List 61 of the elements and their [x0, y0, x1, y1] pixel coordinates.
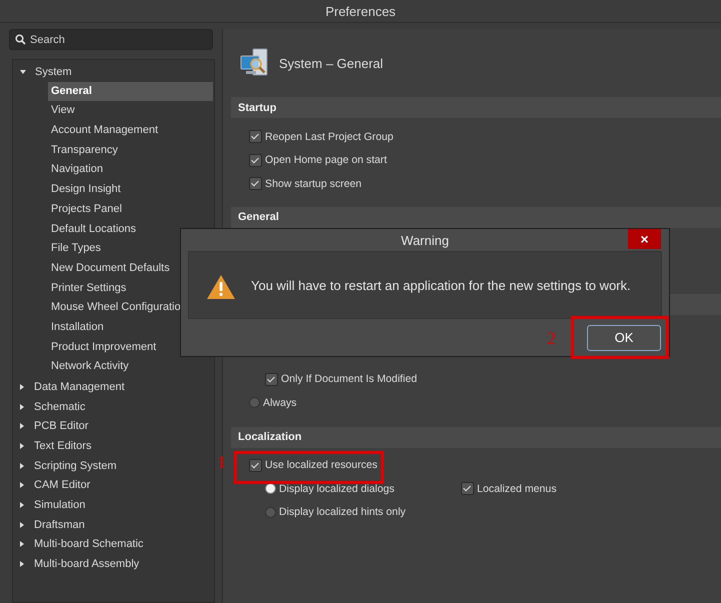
section-title: General: [238, 211, 279, 223]
checkbox[interactable]: [249, 458, 262, 472]
tree-item[interactable]: Draftsman: [34, 518, 85, 531]
checkbox[interactable]: [265, 372, 278, 386]
tree-item[interactable]: Text Editors: [34, 440, 92, 452]
dialog-title: Warning: [401, 232, 449, 248]
tree-item[interactable]: View: [48, 101, 213, 122]
checkbox[interactable]: [461, 482, 474, 496]
expand-arrow-icon[interactable]: [20, 522, 24, 528]
tree-item[interactable]: Data Management: [34, 380, 124, 393]
window-title: Preferences: [325, 4, 396, 18]
tree-item[interactable]: Navigation: [48, 160, 213, 180]
annotation-number: 1: [217, 452, 226, 473]
section-title: Startup: [238, 102, 276, 114]
close-button[interactable]: ×: [628, 229, 661, 249]
tree-item[interactable]: Account Management: [48, 121, 213, 141]
option-label: Reopen Last Project Group: [265, 130, 394, 143]
expand-arrow-icon[interactable]: [20, 384, 24, 390]
option-label: Display localized hints only: [279, 506, 406, 518]
expand-arrow-icon[interactable]: [20, 541, 24, 548]
tree-item[interactable]: General: [48, 82, 213, 102]
search-field[interactable]: Search: [9, 29, 213, 50]
annotation-number: 2: [547, 328, 556, 349]
radio-button[interactable]: [265, 506, 276, 518]
tree-item[interactable]: Multi-board Schematic: [34, 538, 144, 550]
option-label: Always: [263, 396, 297, 409]
option-label: Show startup screen: [265, 178, 362, 190]
tree-item[interactable]: Schematic: [34, 400, 86, 413]
tree-item[interactable]: Design Insight: [48, 180, 213, 200]
expand-arrow-icon[interactable]: [20, 462, 24, 469]
option-label: Localized menus: [477, 482, 556, 495]
tree-item[interactable]: System: [35, 66, 72, 78]
checkbox[interactable]: [249, 177, 262, 190]
warning-icon: [206, 274, 236, 300]
tree-item[interactable]: Transparency: [48, 140, 213, 160]
option-label: Only If Document Is Modified: [281, 373, 418, 386]
collapse-arrow-icon[interactable]: [20, 70, 26, 74]
expand-arrow-icon[interactable]: [20, 423, 24, 430]
expand-arrow-icon[interactable]: [20, 442, 24, 449]
tree-item[interactable]: Multi-board Assembly: [34, 558, 140, 570]
checkbox[interactable]: [249, 154, 262, 167]
tree-item[interactable]: PCB Editor: [34, 420, 88, 432]
radio-button[interactable]: [265, 483, 276, 494]
expand-arrow-icon[interactable]: [20, 482, 24, 488]
option-label: Use localized resources: [265, 459, 378, 472]
option-label: Display localized dialogs: [279, 482, 394, 495]
tree-item[interactable]: Scripting System: [34, 460, 117, 472]
tree-item[interactable]: CAM Editor: [34, 479, 90, 492]
page-title: System – General: [279, 56, 384, 70]
tree-item[interactable]: Network Activity: [48, 357, 213, 377]
expand-arrow-icon[interactable]: [20, 404, 24, 410]
radio-button[interactable]: [249, 397, 260, 408]
warning-message: You will have to restart an application for the new settings to work.: [251, 278, 631, 292]
expand-arrow-icon[interactable]: [20, 561, 24, 568]
checkbox[interactable]: [249, 130, 262, 144]
ok-button[interactable]: OK: [587, 324, 661, 350]
section-title: Localization: [238, 431, 302, 443]
tree-item[interactable]: Projects Panel: [48, 200, 213, 220]
expand-arrow-icon[interactable]: [20, 502, 24, 508]
tree-item[interactable]: Simulation: [34, 498, 86, 511]
option-label: Open Home page on start: [265, 154, 387, 166]
